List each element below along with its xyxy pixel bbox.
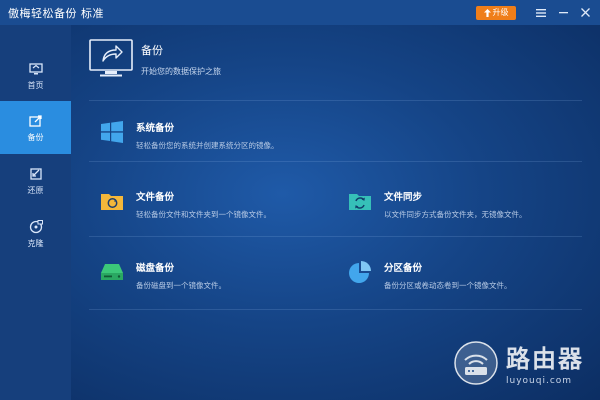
folder-backup-icon [101, 194, 123, 210]
home-icon [28, 62, 43, 74]
card-title: 分区备份 [384, 263, 423, 274]
file-backup-card[interactable]: 文件备份 轻松备份文件和文件夹到一个镜像文件。 [100, 189, 271, 220]
router-logo-icon [454, 340, 498, 385]
card-title: 文件备份 [136, 192, 175, 203]
disk-backup-card[interactable]: 磁盘备份 备份磁盘到一个镜像文件。 [100, 260, 226, 291]
card-description: 轻松备份您的系统并创建系统分区的镜像。 [136, 141, 279, 150]
app-title: 傲梅轻松备份 标准 [8, 6, 104, 20]
page-title: 备份 [141, 44, 163, 57]
title-bar: 傲梅轻松备份 标准 升级 [0, 0, 600, 25]
divider [89, 309, 582, 310]
card-title: 系统备份 [136, 123, 175, 134]
partition-icon [349, 261, 371, 283]
close-button[interactable] [574, 0, 596, 25]
page-header: 备份 开始您的数据保护之旅 [89, 39, 221, 79]
title-bar-controls: 升级 [476, 0, 600, 25]
clone-icon [29, 219, 43, 233]
system-backup-card[interactable]: 系统备份 轻松备份您的系统并创建系统分区的镜像。 [100, 120, 279, 151]
card-title: 磁盘备份 [136, 263, 175, 274]
monitor-share-icon [89, 39, 133, 77]
close-icon [580, 8, 590, 17]
watermark: 路由器 luyouqi.com [454, 339, 584, 386]
menu-icon [536, 8, 546, 17]
divider [89, 100, 582, 101]
windows-icon [101, 121, 123, 143]
page-subtitle: 开始您的数据保护之旅 [141, 67, 221, 76]
minimize-icon [558, 12, 568, 14]
sidebar-item-label: 备份 [27, 132, 44, 142]
card-description: 轻松备份文件和文件夹到一个镜像文件。 [136, 210, 271, 219]
sidebar-item-backup[interactable]: 备份 [0, 101, 71, 154]
disk-icon [101, 264, 123, 280]
sidebar-item-label: 首页 [27, 80, 44, 90]
menu-button[interactable] [530, 0, 552, 25]
file-sync-icon [349, 194, 371, 210]
partition-backup-card[interactable]: 分区备份 备份分区或卷动态卷到一个镜像文件。 [348, 260, 512, 291]
sidebar-item-restore[interactable]: 还原 [0, 154, 71, 207]
main-panel: 备份 开始您的数据保护之旅 系统备份 轻松备份您的系统并创建系统分区的镜像。 文… [71, 25, 600, 400]
file-sync-card[interactable]: 文件同步 以文件同步方式备份文件夹，无镜像文件。 [348, 189, 527, 220]
sidebar-item-label: 还原 [27, 185, 44, 195]
sidebar-item-clone[interactable]: 克隆 [0, 207, 71, 260]
card-title: 文件同步 [384, 192, 423, 203]
divider [89, 236, 582, 237]
minimize-button[interactable] [552, 0, 574, 25]
divider [89, 161, 582, 162]
card-description: 备份磁盘到一个镜像文件。 [136, 281, 226, 290]
watermark-url: luyouqi.com [506, 376, 573, 386]
watermark-title: 路由器 [506, 345, 584, 373]
restore-icon [29, 167, 42, 180]
card-description: 以文件同步方式备份文件夹，无镜像文件。 [384, 210, 527, 219]
sidebar: 首页 备份 还原 克隆 [0, 25, 71, 400]
upgrade-icon [483, 8, 491, 17]
upgrade-label: 升级 [492, 8, 509, 17]
upgrade-button[interactable]: 升级 [476, 5, 516, 20]
sidebar-item-label: 克隆 [27, 238, 44, 248]
backup-icon [28, 114, 42, 127]
sidebar-item-home[interactable]: 首页 [0, 49, 71, 102]
card-description: 备份分区或卷动态卷到一个镜像文件。 [384, 281, 512, 290]
